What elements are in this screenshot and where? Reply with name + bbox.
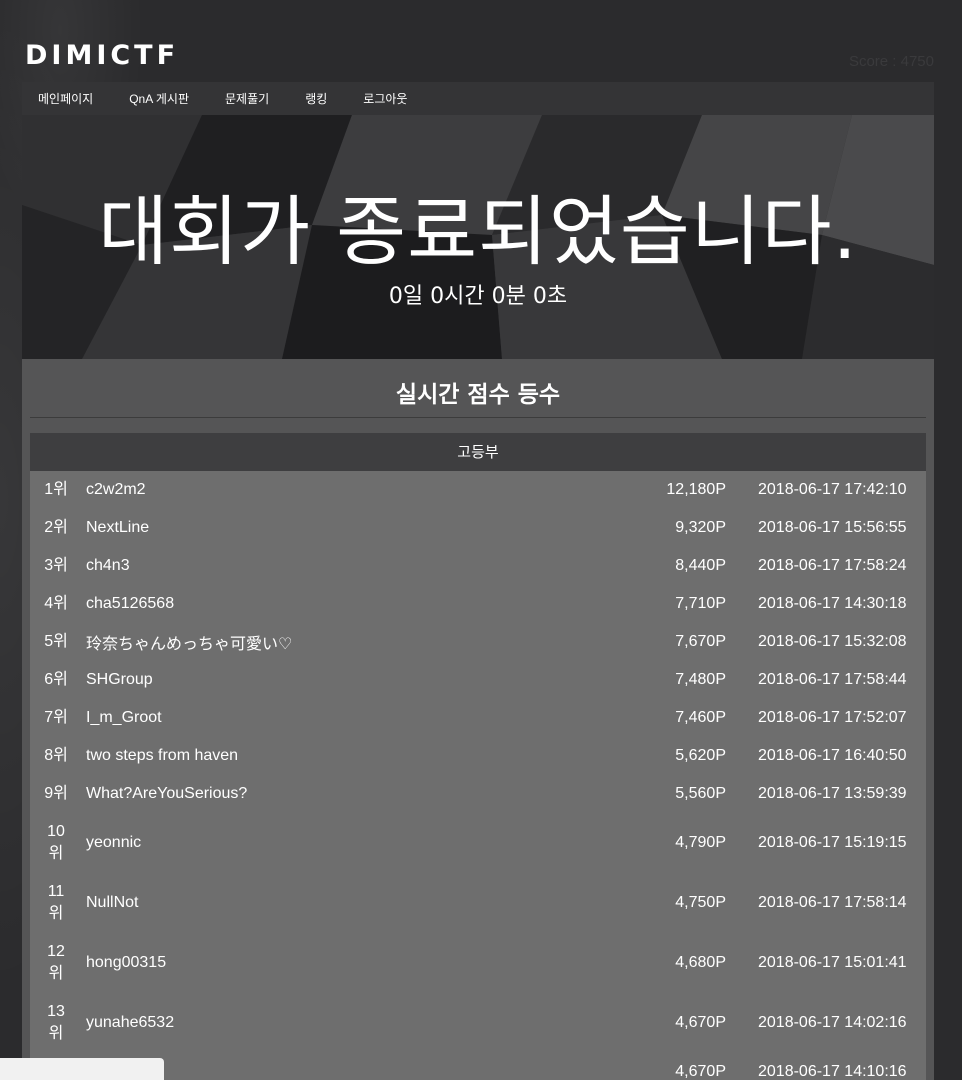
time-cell: 2018-06-17 14:30:18	[758, 595, 907, 612]
rank-cell: 2위	[44, 519, 68, 536]
table-row: 12 위 hong00315 4,680P 2018-06-17 15:01:41	[30, 933, 926, 993]
rank-cell: 13 위	[47, 1003, 65, 1042]
time-cell: 2018-06-17 17:52:07	[758, 709, 907, 726]
rank-cell: 7위	[44, 709, 68, 726]
score-cell: 4,790P	[675, 834, 726, 851]
time-cell: 2018-06-17 17:42:10	[758, 481, 907, 498]
nav-item-main[interactable]: 메인페이지	[38, 90, 93, 107]
table-row: 8위 two steps from haven 5,620P 2018-06-17 1…	[30, 737, 926, 775]
division-header: 고등부	[30, 433, 926, 471]
table-row: 5위 玲奈ちゃんめっちゃ可愛い♡ 7,670P 2018-06-17 15:32:08	[30, 623, 926, 661]
countdown-timer: 0일 0시간 0분 0초	[388, 284, 568, 309]
time-cell: 2018-06-17 17:58:14	[758, 894, 907, 911]
name-cell: NullNot	[86, 894, 139, 911]
table-row: 11 위 NullNot 4,750P 2018-06-17 17:58:14	[30, 873, 926, 933]
name-cell: cha5126568	[86, 595, 175, 612]
nav-item-challenges[interactable]: 문제풀기	[225, 90, 269, 107]
time-cell: 2018-06-17 15:19:15	[758, 834, 907, 851]
user-score: Score : 4750	[848, 53, 934, 70]
name-cell: I_m_Groot	[86, 709, 162, 726]
rank-cell: 8위	[44, 747, 68, 764]
time-cell: 2018-06-17 17:58:44	[758, 671, 907, 688]
time-cell: 2018-06-17 14:10:16	[758, 1063, 907, 1080]
name-cell: yeonnic	[86, 834, 142, 851]
rank-cell: 1위	[44, 481, 68, 498]
horizontal-scrollbar[interactable]	[0, 1058, 164, 1080]
divider	[30, 417, 926, 418]
rank-cell: 11 위	[47, 883, 65, 922]
ranking-title: 실시간 점수 등수	[395, 382, 561, 408]
nav-item-ranking[interactable]: 랭킹	[305, 90, 327, 107]
name-cell: yunahe6532	[86, 1014, 175, 1031]
hero-banner: 대회가 종료되었습니다. 0일 0시간 0분 0초	[22, 115, 934, 359]
rank-cell: 6위	[44, 671, 68, 688]
score-cell: 9,320P	[675, 519, 726, 536]
table-row: 1위 c2w2m2 12,180P 2018-06-17 17:42:10	[30, 471, 926, 509]
score-cell: 7,480P	[675, 671, 726, 688]
rank-cell: 12 위	[47, 943, 65, 982]
name-cell: ch4n3	[86, 557, 130, 574]
rank-cell: 9위	[44, 785, 68, 802]
table-row: 7위 I_m_Groot 7,460P 2018-06-17 17:52:07	[30, 699, 926, 737]
ranking-rows: 1위 c2w2m2 12,180P 2018-06-17 17:42:10 2위 Next…	[30, 471, 926, 1080]
time-cell: 2018-06-17 15:56:55	[758, 519, 907, 536]
time-cell: 2018-06-17 13:59:39	[758, 785, 907, 802]
name-cell: c2w2m2	[86, 481, 146, 498]
score-cell: 7,670P	[675, 633, 726, 650]
hero-title: 대회가 종료되었습니다.	[98, 187, 858, 276]
table-row: 4위 cha5126568 7,710P 2018-06-17 14:30:18	[30, 585, 926, 623]
name-cell: NextLine	[86, 519, 150, 536]
table-row: 4,670P 2018-06-17 14:10:16	[30, 1053, 926, 1080]
main-nav: 메인페이지 QnA 게시판 문제풀기 랭킹 로그아웃	[22, 82, 934, 115]
nav-item-qna[interactable]: QnA 게시판	[129, 90, 189, 107]
name-cell: two steps from haven	[86, 747, 239, 764]
ranking-panel: 실시간 점수 등수 고등부 1위 c2w2m2 12,180P 2018-06-17 …	[22, 359, 934, 1080]
name-cell: 玲奈ちゃんめっちゃ可愛い♡	[86, 636, 293, 653]
time-cell: 2018-06-17 16:40:50	[758, 747, 907, 764]
table-row: 3위 ch4n3 8,440P 2018-06-17 17:58:24	[30, 547, 926, 585]
time-cell: 2018-06-17 17:58:24	[758, 557, 907, 574]
score-cell: 4,670P	[675, 1014, 726, 1031]
site-logo[interactable]: DIMICTF	[25, 40, 179, 71]
score-cell: 7,710P	[675, 595, 726, 612]
rank-cell: 5위	[44, 633, 68, 650]
name-cell: What?AreYouSerious?	[86, 785, 248, 802]
time-cell: 2018-06-17 14:02:16	[758, 1014, 907, 1031]
score-cell: 8,440P	[675, 557, 726, 574]
score-cell: 7,460P	[675, 709, 726, 726]
table-row: 13 위 yunahe6532 4,670P 2018-06-17 14:02:16	[30, 993, 926, 1053]
score-cell: 4,750P	[675, 894, 726, 911]
ranking-table: 고등부 1위 c2w2m2 12,180P 2018-06-17 17:42:10 2위…	[30, 433, 926, 1080]
score-cell: 4,670P	[675, 1063, 726, 1080]
name-cell: SHGroup	[86, 671, 153, 688]
score-cell: 5,560P	[675, 785, 726, 802]
time-cell: 2018-06-17 15:32:08	[758, 633, 907, 650]
rank-cell: 4위	[44, 595, 68, 612]
table-row: 2위 NextLine 9,320P 2018-06-17 15:56:55	[30, 509, 926, 547]
time-cell: 2018-06-17 15:01:41	[758, 954, 907, 971]
score-cell: 12,180P	[666, 481, 726, 498]
score-cell: 5,620P	[675, 747, 726, 764]
nav-item-logout[interactable]: 로그아웃	[363, 90, 407, 107]
rank-cell: 10 위	[47, 823, 65, 862]
table-row: 10 위 yeonnic 4,790P 2018-06-17 15:19:15	[30, 813, 926, 873]
table-row: 6위 SHGroup 7,480P 2018-06-17 17:58:44	[30, 661, 926, 699]
score-cell: 4,680P	[675, 954, 726, 971]
table-row: 9위 What?AreYouSerious? 5,560P 2018-06-17 13…	[30, 775, 926, 813]
name-cell: hong00315	[86, 954, 167, 971]
rank-cell: 3위	[44, 557, 68, 574]
